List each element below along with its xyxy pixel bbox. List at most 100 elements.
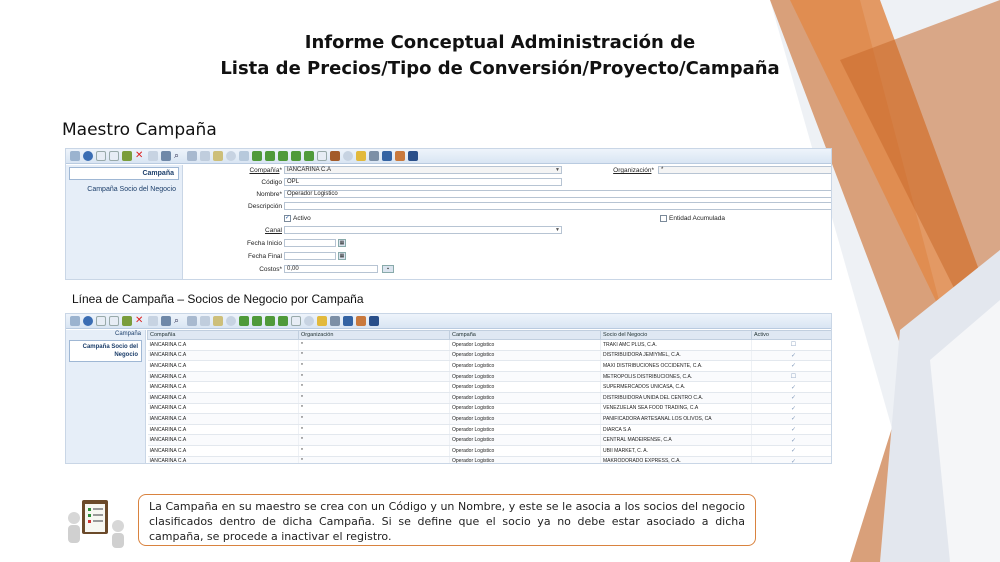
cell-organizacion[interactable]: * [298,339,450,351]
history-icon[interactable] [213,316,223,326]
table-row[interactable]: IANCARINA C.A * Operador Logistico VENEZUEL… [147,403,831,415]
cell-compania[interactable]: IANCARINA C.A [147,360,299,372]
column-header-socio[interactable]: Socio del Negocio [600,330,752,340]
history-icon[interactable] [213,151,223,161]
cell-activo-checkbox[interactable]: ✓ [751,350,831,362]
column-header-organizacion[interactable]: Organización [298,330,450,340]
back-icon[interactable] [70,151,80,161]
search-icon[interactable]: ⌕ [174,316,184,326]
delete-icon[interactable]: ✕ [135,151,145,161]
save-icon[interactable] [122,151,132,161]
table-row[interactable]: IANCARINA C.A * Operador Logistico METROPOL… [147,371,831,383]
copy-icon[interactable] [109,151,119,161]
table-row[interactable]: IANCARINA C.A * Operador Logistico MAKRODOR… [147,456,831,463]
first-record-icon[interactable] [239,316,249,326]
cell-campana[interactable]: Operador Logistico [449,445,601,457]
column-header-campana[interactable]: Campaña [449,330,601,340]
cell-campana[interactable]: Operador Logistico [449,413,601,425]
cell-compania[interactable]: IANCARINA C.A [147,392,299,404]
next-record-icon[interactable] [291,151,301,161]
cell-organizacion[interactable]: * [298,381,450,393]
canal-field[interactable]: ▼ [284,226,562,234]
cell-organizacion[interactable]: * [298,403,450,415]
lock-icon[interactable] [317,316,327,326]
codigo-field[interactable]: OPL [284,178,562,186]
cell-activo-checkbox[interactable]: ☐ [751,339,831,351]
lookup-icon[interactable] [226,151,236,161]
cell-organizacion[interactable]: * [298,424,450,436]
delete-icon[interactable]: ✕ [135,316,145,326]
cell-activo-checkbox[interactable]: ✓ [751,424,831,436]
column-header-compania[interactable]: Compañía [147,330,299,340]
calculator-icon[interactable]: ▪ [382,265,394,273]
cell-campana[interactable]: Operador Logistico [449,434,601,446]
copy-icon[interactable] [109,316,119,326]
nombre-field[interactable]: Operador Logistico [284,190,831,198]
process-icon[interactable] [382,151,392,161]
grid-toggle-icon[interactable] [161,151,171,161]
cell-compania[interactable]: IANCARINA C.A [147,413,299,425]
chat-icon[interactable] [200,316,210,326]
save-icon[interactable] [122,316,132,326]
cell-organizacion[interactable]: * [298,413,450,425]
compania-field[interactable]: IANCARINA C.A ▼ [284,166,562,174]
cell-socio[interactable]: CENTRAL MADEIRENSE, C.A [600,434,752,446]
process-icon[interactable] [343,316,353,326]
up-icon[interactable] [278,151,288,161]
table-row[interactable]: IANCARINA C.A * Operador Logistico MAXI DIS… [147,360,831,372]
cell-socio[interactable]: TRAKI AMC PLUS, C.A. [600,339,752,351]
product-icon[interactable] [356,316,366,326]
table-row[interactable]: IANCARINA C.A * Operador Logistico DISTRIBU… [147,392,831,404]
cell-compania[interactable]: IANCARINA C.A [147,381,299,393]
cell-activo-checkbox[interactable]: ✓ [751,413,831,425]
refresh-icon[interactable] [148,316,158,326]
zoom-icon[interactable] [343,151,353,161]
table-row[interactable]: IANCARINA C.A * Operador Logistico UBII MAR… [147,445,831,457]
cell-compania[interactable]: IANCARINA C.A [147,445,299,457]
calendar-icon[interactable]: ▦ [338,252,346,260]
cell-campana[interactable]: Operador Logistico [449,350,601,362]
refresh-icon[interactable] [148,151,158,161]
lookup-icon[interactable] [226,316,236,326]
table-row[interactable]: IANCARINA C.A * Operador Logistico TRAKI AM… [147,339,831,351]
help-icon[interactable] [83,316,93,326]
sidebar-tab-campaign-partner[interactable]: Campaña Socio del Negocio [66,182,182,194]
cell-campana[interactable]: Operador Logistico [449,392,601,404]
cell-socio[interactable]: DISTRIBUIDORA JEMIYMEL, C.A. [600,350,752,362]
sidebar-tab-campaign[interactable]: Campaña [66,330,145,338]
cell-socio[interactable]: PANIFICADORA ARTESANAL LOS OLIVOS, CA [600,413,752,425]
chevron-down-icon[interactable]: ▼ [555,227,560,234]
cell-campana[interactable]: Operador Logistico [449,403,601,415]
exit-icon[interactable] [408,151,418,161]
cell-compania[interactable]: IANCARINA C.A [147,434,299,446]
cell-compania[interactable]: IANCARINA C.A [147,350,299,362]
new-record-icon[interactable] [96,151,106,161]
lock-icon[interactable] [356,151,366,161]
back-icon[interactable] [70,316,80,326]
cell-socio[interactable]: MAXI DISTRIBUCIONES OCCIDENTE, C.A. [600,360,752,372]
cell-compania[interactable]: IANCARINA C.A [147,371,299,383]
cell-activo-checkbox[interactable]: ✓ [751,360,831,372]
cell-activo-checkbox[interactable]: ☐ [751,371,831,383]
table-row[interactable]: IANCARINA C.A * Operador Logistico PANIFICA… [147,413,831,425]
exit-icon[interactable] [369,316,379,326]
cell-campana[interactable]: Operador Logistico [449,456,601,463]
cell-organizacion[interactable]: * [298,445,450,457]
cell-socio[interactable]: METROPOLIS DISTRIBUCIONES, C.A. [600,371,752,383]
cell-organizacion[interactable]: * [298,456,450,463]
help-icon[interactable] [83,151,93,161]
cell-socio[interactable]: DIARCA S.A [600,424,752,436]
table-row[interactable]: IANCARINA C.A * Operador Logistico DISTRIBU… [147,350,831,362]
cell-activo-checkbox[interactable]: ✓ [751,445,831,457]
workflow-icon[interactable] [330,316,340,326]
activo-checkbox[interactable]: ✓ [284,215,291,222]
descripcion-field[interactable] [284,202,831,210]
table-row[interactable]: IANCARINA C.A * Operador Logistico DIARCA S… [147,424,831,436]
cell-compania[interactable]: IANCARINA C.A [147,424,299,436]
previous-record-icon[interactable] [252,316,262,326]
grid-toggle-icon[interactable] [161,316,171,326]
zoom-icon[interactable] [304,316,314,326]
table-row[interactable]: IANCARINA C.A * Operador Logistico SUPERMER… [147,381,831,393]
cell-socio[interactable]: MAKRODORADO EXPRESS, C.A. [600,456,752,463]
cell-activo-checkbox[interactable]: ✓ [751,392,831,404]
